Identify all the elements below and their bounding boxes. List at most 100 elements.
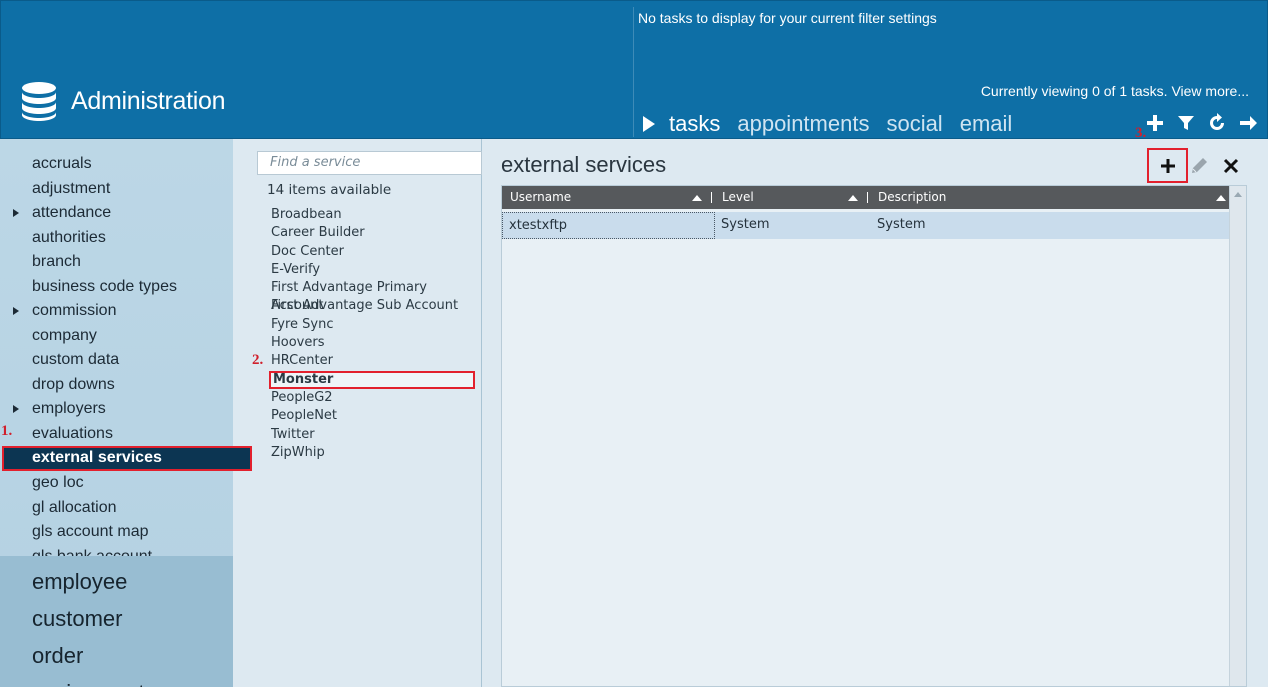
sidebar-item-authorities[interactable]: authorities — [0, 226, 252, 251]
sidebar-item-evaluations[interactable]: evaluations — [0, 422, 252, 447]
service-item-twitter[interactable]: Twitter — [269, 426, 481, 444]
sidebar-item-company[interactable]: company — [0, 324, 252, 349]
expand-arrow-icon[interactable] — [13, 209, 19, 217]
sidebar-item-employers[interactable]: employers — [0, 397, 252, 422]
nav-employee[interactable]: employee — [0, 563, 233, 600]
column-label: Username — [510, 190, 572, 204]
sidebar-item-label: authorities — [32, 228, 106, 246]
items-count: 14 items available — [267, 182, 392, 198]
main-nav: employee customer order assignment — [0, 556, 233, 687]
sort-asc-icon[interactable] — [1216, 195, 1226, 201]
scroll-up-icon[interactable] — [1234, 192, 1242, 197]
sidebar-list[interactable]: accruals adjustment attendance authoriti… — [0, 152, 252, 556]
service-item-monster[interactable]: Monster — [269, 370, 475, 389]
sidebar-item-gl-allocation[interactable]: gl allocation — [0, 496, 252, 521]
play-icon[interactable] — [643, 116, 655, 132]
close-icon — [1223, 158, 1239, 174]
service-item-first-advantage-primary[interactable]: First Advantage Primary Account — [269, 279, 481, 313]
sort-asc-icon[interactable] — [848, 195, 858, 201]
add-button[interactable] — [1147, 148, 1188, 183]
service-item-zipwhip[interactable]: ZipWhip — [269, 444, 481, 462]
nav-assignment[interactable]: assignment — [0, 674, 233, 687]
tab-email[interactable]: email — [960, 111, 1013, 137]
service-item-peopleg2[interactable]: PeopleG2 — [269, 389, 481, 407]
tab-social[interactable]: social — [886, 111, 942, 137]
column-description[interactable]: Description — [870, 186, 1230, 209]
sidebar-item-label: company — [32, 326, 97, 344]
service-item-doc-center[interactable]: Doc Center — [269, 243, 481, 261]
sidebar-item-label: gl allocation — [32, 498, 117, 516]
section-title: external services — [501, 152, 667, 177]
step-marker-3: 3. — [1135, 125, 1147, 141]
step-marker-1: 1. — [1, 423, 13, 439]
service-item-fyre-sync[interactable]: Fyre Sync — [269, 316, 481, 334]
sidebar-item-gls-bank-account[interactable]: gls bank account — [0, 545, 252, 557]
column-separator — [711, 192, 712, 203]
sidebar-item-label: external services — [32, 449, 162, 466]
refresh-icon[interactable] — [1207, 113, 1227, 133]
service-list-panel: Find a service 14 items available Broadb… — [233, 139, 482, 687]
nav-customer[interactable]: customer — [0, 600, 233, 637]
service-item-hoovers[interactable]: Hoovers — [269, 334, 481, 352]
nav-order[interactable]: order — [0, 637, 233, 674]
service-item-broadbean[interactable]: Broadbean — [269, 206, 481, 224]
header-divider — [633, 7, 634, 137]
view-more-link[interactable]: Currently viewing 0 of 1 tasks. View mor… — [981, 83, 1249, 99]
tab-appointments[interactable]: appointments — [737, 111, 869, 137]
service-search-input[interactable]: Find a service — [257, 151, 482, 175]
sidebar-item-label: drop downs — [32, 375, 115, 393]
sidebar-item-label: gls bank account — [32, 547, 153, 557]
header-toolbar — [1145, 113, 1268, 133]
delete-button[interactable] — [1223, 158, 1239, 174]
sidebar-item-adjustment[interactable]: adjustment — [0, 177, 252, 202]
plus-icon[interactable] — [1145, 113, 1165, 133]
edit-button[interactable] — [1190, 157, 1208, 175]
services-grid: Username Level Description xtestxftp Sys… — [501, 185, 1247, 687]
page-title: Administration — [71, 86, 226, 115]
column-label: Level — [722, 190, 754, 204]
content-panel: external services Username Level Descrip… — [482, 139, 1268, 687]
service-item-hrcenter[interactable]: HRCenter — [269, 352, 481, 370]
sidebar-item-drop-downs[interactable]: drop downs — [0, 373, 252, 398]
sidebar-item-accruals[interactable]: accruals — [0, 152, 252, 177]
sidebar-item-label: adjustment — [32, 179, 111, 197]
sidebar-item-commission[interactable]: commission — [0, 299, 252, 324]
task-filter-notice: No tasks to display for your current fil… — [638, 10, 937, 26]
vertical-scrollbar[interactable] — [1229, 186, 1246, 686]
column-level[interactable]: Level — [714, 186, 870, 209]
cell-level: System — [721, 217, 770, 232]
top-header: Administration No tasks to display for y… — [0, 0, 1268, 139]
expand-arrow-icon[interactable] — [13, 307, 19, 315]
grid-header: Username Level Description — [502, 186, 1246, 209]
service-item-first-advantage-sub[interactable]: First Advantage Sub Account — [269, 297, 481, 315]
table-row[interactable]: xtestxftp System System — [502, 212, 1229, 239]
service-item-e-verify[interactable]: E-Verify — [269, 261, 481, 279]
column-username[interactable]: Username — [502, 186, 714, 209]
column-separator — [867, 192, 868, 203]
sort-asc-icon[interactable] — [692, 195, 702, 201]
expand-arrow-icon[interactable] — [13, 405, 19, 413]
sidebar-item-label: custom data — [32, 351, 120, 368]
arrow-right-icon[interactable] — [1238, 113, 1258, 133]
sidebar-item-label: accruals — [32, 155, 92, 172]
sidebar-item-geo-loc[interactable]: geo loc — [0, 471, 252, 496]
tab-tasks[interactable]: tasks — [669, 111, 720, 137]
sidebar-item-label: employers — [32, 400, 106, 417]
step-marker-2: 2. — [252, 352, 264, 368]
sidebar-item-attendance[interactable]: attendance — [0, 201, 252, 226]
service-item-career-builder[interactable]: Career Builder — [269, 224, 481, 242]
filter-icon[interactable] — [1176, 113, 1196, 133]
sidebar-item-custom-data[interactable]: custom data — [0, 348, 252, 373]
sidebar-item-branch[interactable]: branch — [0, 250, 252, 275]
cell-username[interactable]: xtestxftp — [502, 212, 715, 239]
sidebar-item-label: attendance — [32, 204, 112, 221]
plus-icon — [1160, 158, 1175, 173]
column-label: Description — [878, 190, 947, 204]
sidebar-item-external-services[interactable]: external services — [2, 446, 252, 471]
sidebar-item-business-code-types[interactable]: business code types — [0, 275, 252, 300]
sidebar-item-label: geo loc — [32, 474, 84, 491]
brand: Administration — [21, 81, 226, 121]
admin-sidebar: accruals adjustment attendance authoriti… — [0, 139, 252, 687]
service-item-peoplenet[interactable]: PeopleNet — [269, 407, 481, 425]
sidebar-item-gls-account-map[interactable]: gls account map — [0, 520, 252, 545]
